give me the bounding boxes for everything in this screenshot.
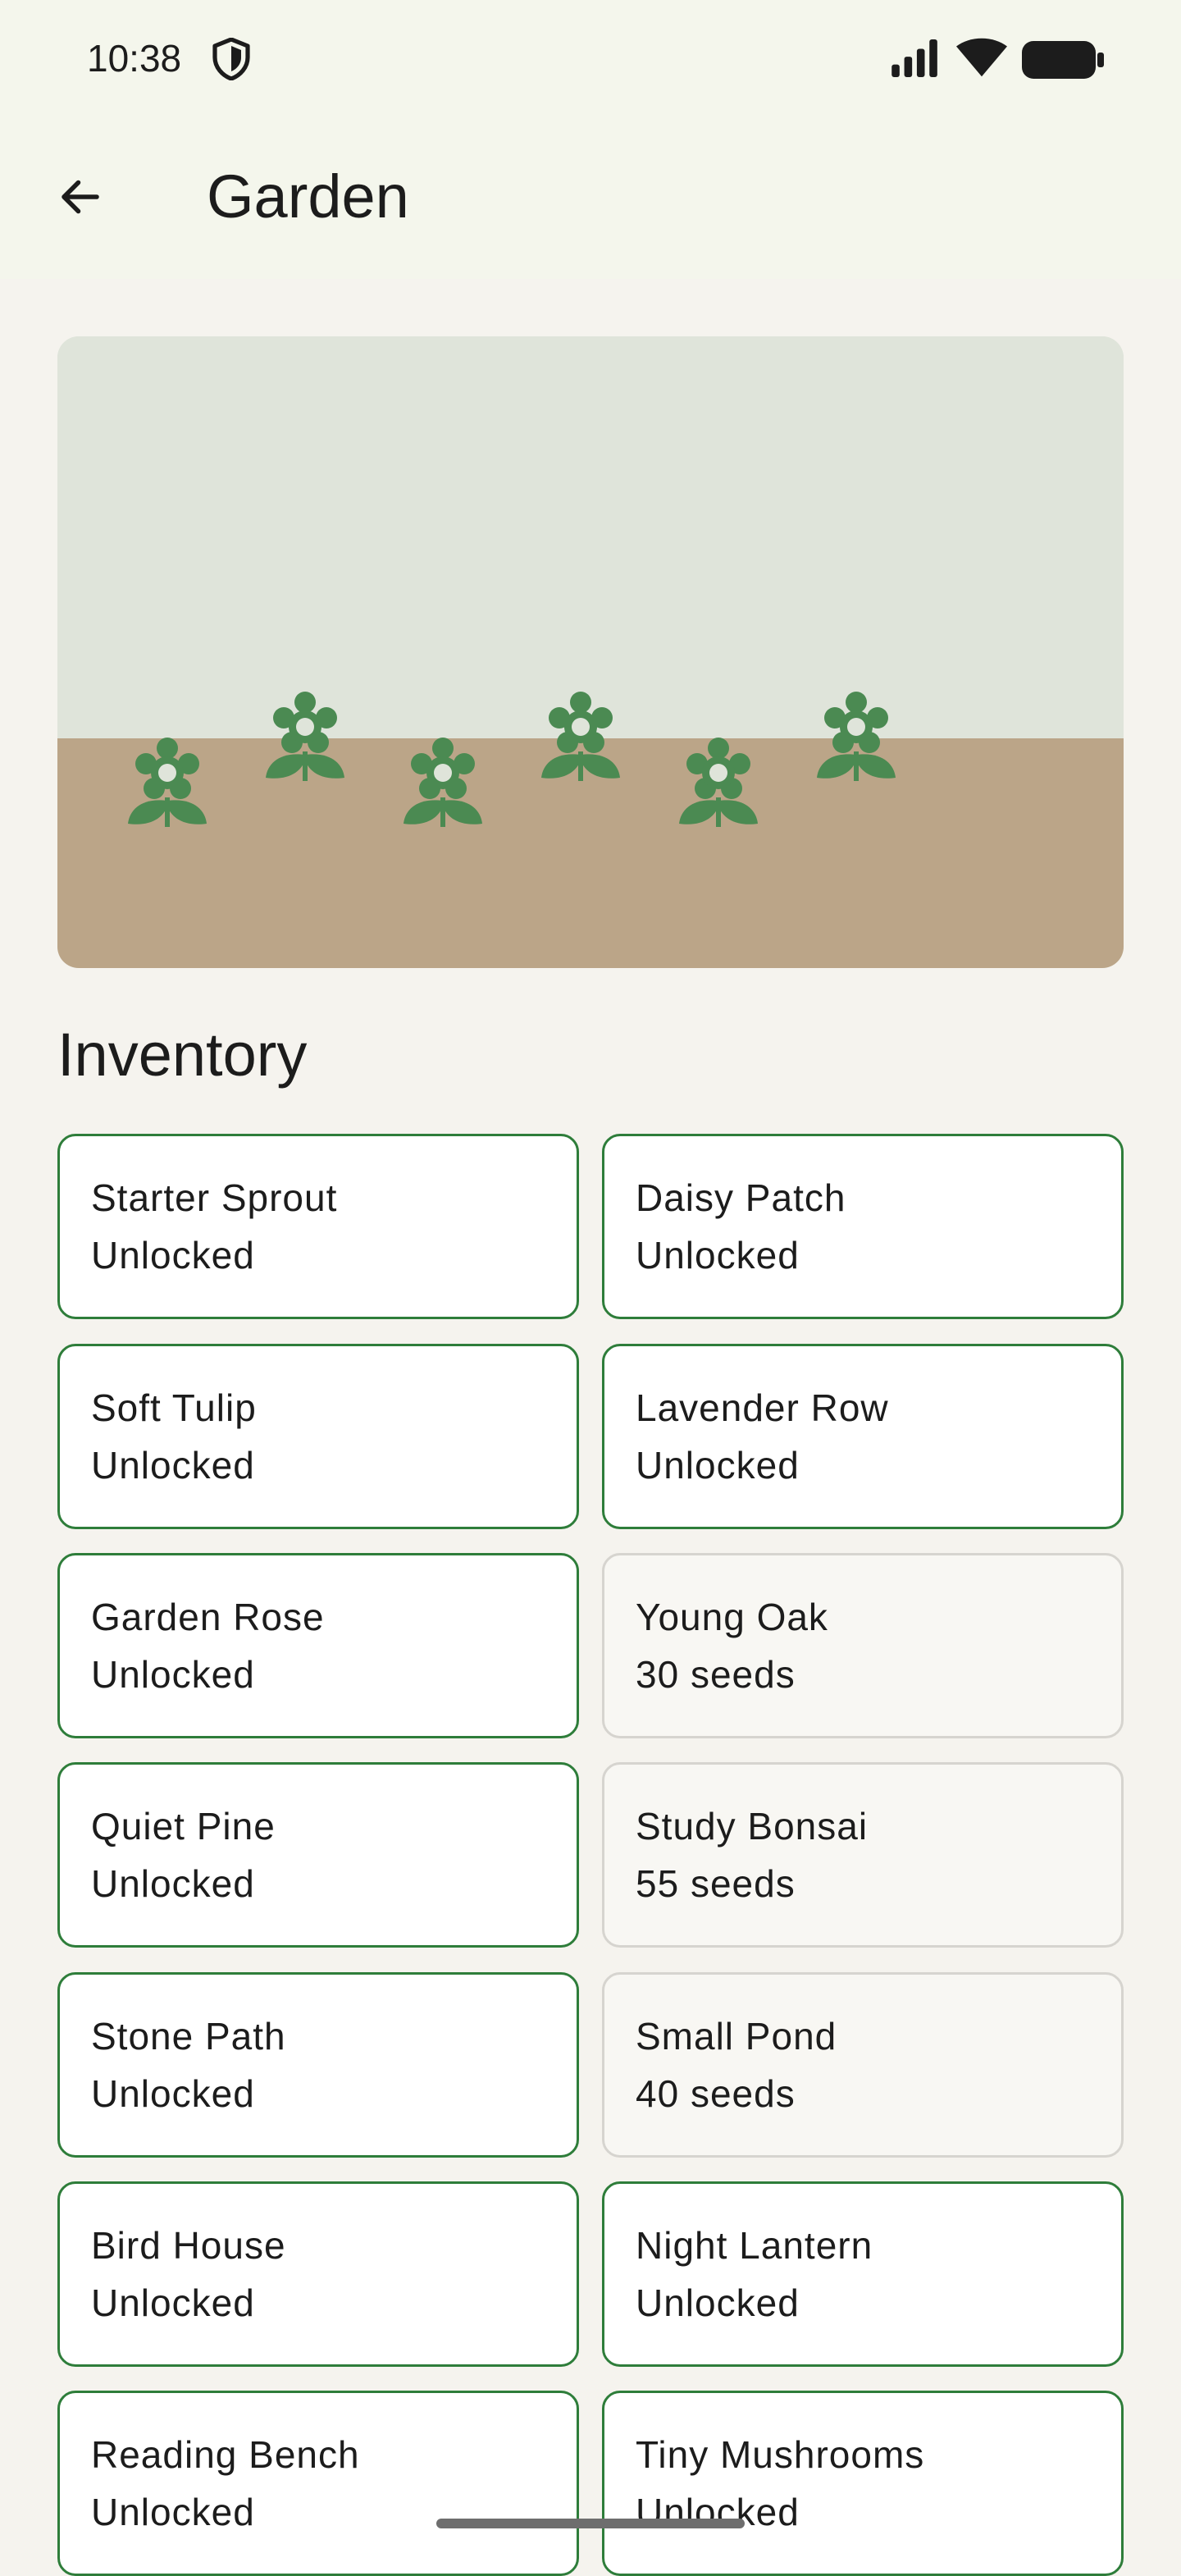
- shield-icon: [212, 38, 250, 80]
- inventory-card[interactable]: Garden Rose Unlocked: [57, 1553, 579, 1738]
- item-name: Bird House: [91, 2224, 286, 2267]
- item-status: Unlocked: [636, 2491, 800, 2533]
- item-status: Unlocked: [91, 1862, 255, 1905]
- item-status: Unlocked: [91, 2491, 255, 2533]
- item-status: Unlocked: [636, 1234, 800, 1277]
- item-price: 40 seeds: [636, 2072, 796, 2115]
- inventory-card[interactable]: Tiny Mushrooms Unlocked: [602, 2391, 1124, 2576]
- item-name: Starter Sprout: [91, 1176, 338, 1219]
- inventory-card[interactable]: Daisy Patch Unlocked: [602, 1134, 1124, 1319]
- battery-icon: [1022, 41, 1104, 79]
- soil: [57, 738, 1124, 968]
- item-price: 55 seeds: [636, 1862, 796, 1905]
- app-bar: [0, 116, 1181, 279]
- inventory-card[interactable]: Reading Bench Unlocked: [57, 2391, 579, 2576]
- inventory-card-locked[interactable]: Small Pond 40 seeds: [602, 1972, 1124, 2158]
- item-status: Unlocked: [91, 2072, 255, 2115]
- item-name: Stone Path: [91, 2015, 286, 2058]
- garden-scene: [57, 336, 1124, 968]
- page-title: Garden: [207, 162, 409, 231]
- garden-illustration: [57, 336, 1124, 968]
- home-indicator[interactable]: [436, 2519, 745, 2528]
- inventory-card[interactable]: Stone Path Unlocked: [57, 1972, 579, 2158]
- back-button[interactable]: [41, 158, 120, 236]
- item-name: Daisy Patch: [636, 1176, 846, 1219]
- inventory-card[interactable]: Quiet Pine Unlocked: [57, 1762, 579, 1948]
- inventory-card[interactable]: Soft Tulip Unlocked: [57, 1344, 579, 1529]
- wifi-icon: [956, 38, 1007, 77]
- item-name: Young Oak: [636, 1596, 828, 1638]
- item-status: Unlocked: [636, 2281, 800, 2324]
- item-name: Small Pond: [636, 2015, 837, 2058]
- signal-icon: [891, 39, 937, 77]
- inventory-card[interactable]: Bird House Unlocked: [57, 2181, 579, 2367]
- item-name: Tiny Mushrooms: [636, 2433, 925, 2476]
- item-status: Unlocked: [91, 1653, 255, 1696]
- item-status: Unlocked: [636, 1444, 800, 1487]
- item-name: Lavender Row: [636, 1386, 889, 1429]
- inventory-title: Inventory: [57, 1021, 308, 1089]
- item-status: Unlocked: [91, 2281, 255, 2324]
- sky: [57, 336, 1124, 738]
- status-time: 10:38: [87, 37, 182, 80]
- item-status: Unlocked: [91, 1234, 255, 1277]
- item-name: Study Bonsai: [636, 1805, 869, 1848]
- item-name: Soft Tulip: [91, 1386, 257, 1429]
- item-name: Night Lantern: [636, 2224, 873, 2267]
- inventory-card-locked[interactable]: Young Oak 30 seeds: [602, 1553, 1124, 1738]
- inventory-card[interactable]: Starter Sprout Unlocked: [57, 1134, 579, 1319]
- item-name: Reading Bench: [91, 2433, 360, 2476]
- inventory-card[interactable]: Night Lantern Unlocked: [602, 2181, 1124, 2367]
- inventory-card[interactable]: Lavender Row Unlocked: [602, 1344, 1124, 1529]
- item-name: Quiet Pine: [91, 1805, 276, 1848]
- item-price: 30 seeds: [636, 1653, 796, 1696]
- arrow-left-icon: [62, 180, 99, 214]
- inventory-card-locked[interactable]: Study Bonsai 55 seeds: [602, 1762, 1124, 1948]
- item-name: Garden Rose: [91, 1596, 325, 1638]
- item-status: Unlocked: [91, 1444, 255, 1487]
